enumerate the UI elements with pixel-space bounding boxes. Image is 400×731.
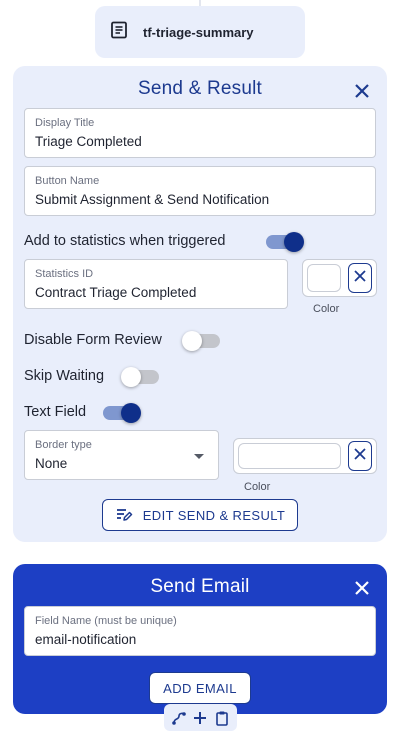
text-field-color-swatch[interactable] <box>238 443 341 469</box>
text-field-color-picker <box>233 438 377 474</box>
edit-send-result-button[interactable]: EDIT SEND & RESULT <box>102 499 298 531</box>
statistics-id-label: Statistics ID <box>35 268 94 280</box>
document-icon <box>109 20 129 45</box>
send-email-panel: Send Email Field Name (must be unique) e… <box>13 564 387 714</box>
statistics-color-clear-button[interactable] <box>348 263 372 293</box>
statistics-id-field[interactable]: Statistics ID Contract Triage Completed <box>24 259 288 309</box>
edit-send-result-label: EDIT SEND & RESULT <box>142 507 286 523</box>
field-name-field[interactable]: Field Name (must be unique) email-notifi… <box>24 606 376 656</box>
border-type-select[interactable]: Border type None <box>24 430 219 480</box>
text-field-label: Text Field <box>24 404 87 420</box>
text-field-color-caption: Color <box>244 481 271 493</box>
close-icon <box>352 446 368 467</box>
caret-down-icon <box>194 454 204 459</box>
button-name-field[interactable]: Button Name Submit Assignment & Send Not… <box>24 166 376 216</box>
send-result-title: Send & Result <box>137 78 263 99</box>
field-name-label: Field Name (must be unique) <box>35 615 177 627</box>
statistics-id-value: Contract Triage Completed <box>35 285 197 300</box>
display-title-label: Display Title <box>35 117 95 129</box>
add-email-button[interactable]: ADD EMAIL <box>149 672 251 704</box>
close-icon[interactable] <box>352 578 372 598</box>
text-field-toggle[interactable] <box>103 403 141 423</box>
border-type-label: Border type <box>35 439 92 451</box>
add-statistics-label: Add to statistics when triggered <box>24 233 226 249</box>
send-result-panel: Send & Result Display Title Triage Compl… <box>13 66 387 542</box>
display-title-value: Triage Completed <box>35 134 142 149</box>
close-icon[interactable] <box>352 81 372 101</box>
skip-waiting-toggle[interactable] <box>121 367 159 387</box>
statistics-color-swatch[interactable] <box>307 264 341 292</box>
display-title-field[interactable]: Display Title Triage Completed <box>24 108 376 158</box>
disable-form-review-label: Disable Form Review <box>24 332 162 348</box>
node-chip[interactable]: tf-triage-summary <box>95 6 305 58</box>
edit-list-icon <box>115 505 133 526</box>
node-toolbar <box>164 704 237 731</box>
add-email-label: ADD EMAIL <box>163 680 237 696</box>
node-label: tf-triage-summary <box>143 24 254 40</box>
send-email-title: Send Email <box>150 576 250 597</box>
statistics-color-caption: Color <box>313 303 340 315</box>
button-name-label: Button Name <box>35 175 100 187</box>
field-name-value: email-notification <box>35 632 137 647</box>
skip-waiting-label: Skip Waiting <box>24 368 105 384</box>
button-name-value: Submit Assignment & Send Notification <box>35 192 270 207</box>
add-statistics-toggle[interactable] <box>266 232 304 252</box>
disable-form-review-toggle[interactable] <box>182 331 220 351</box>
statistics-color-picker <box>302 259 377 297</box>
close-icon <box>352 268 368 289</box>
clipboard-icon[interactable] <box>213 709 231 727</box>
border-type-value: None <box>35 456 68 471</box>
connect-path-icon[interactable] <box>170 709 188 727</box>
add-icon[interactable] <box>191 709 209 727</box>
text-field-color-clear-button[interactable] <box>348 441 372 471</box>
